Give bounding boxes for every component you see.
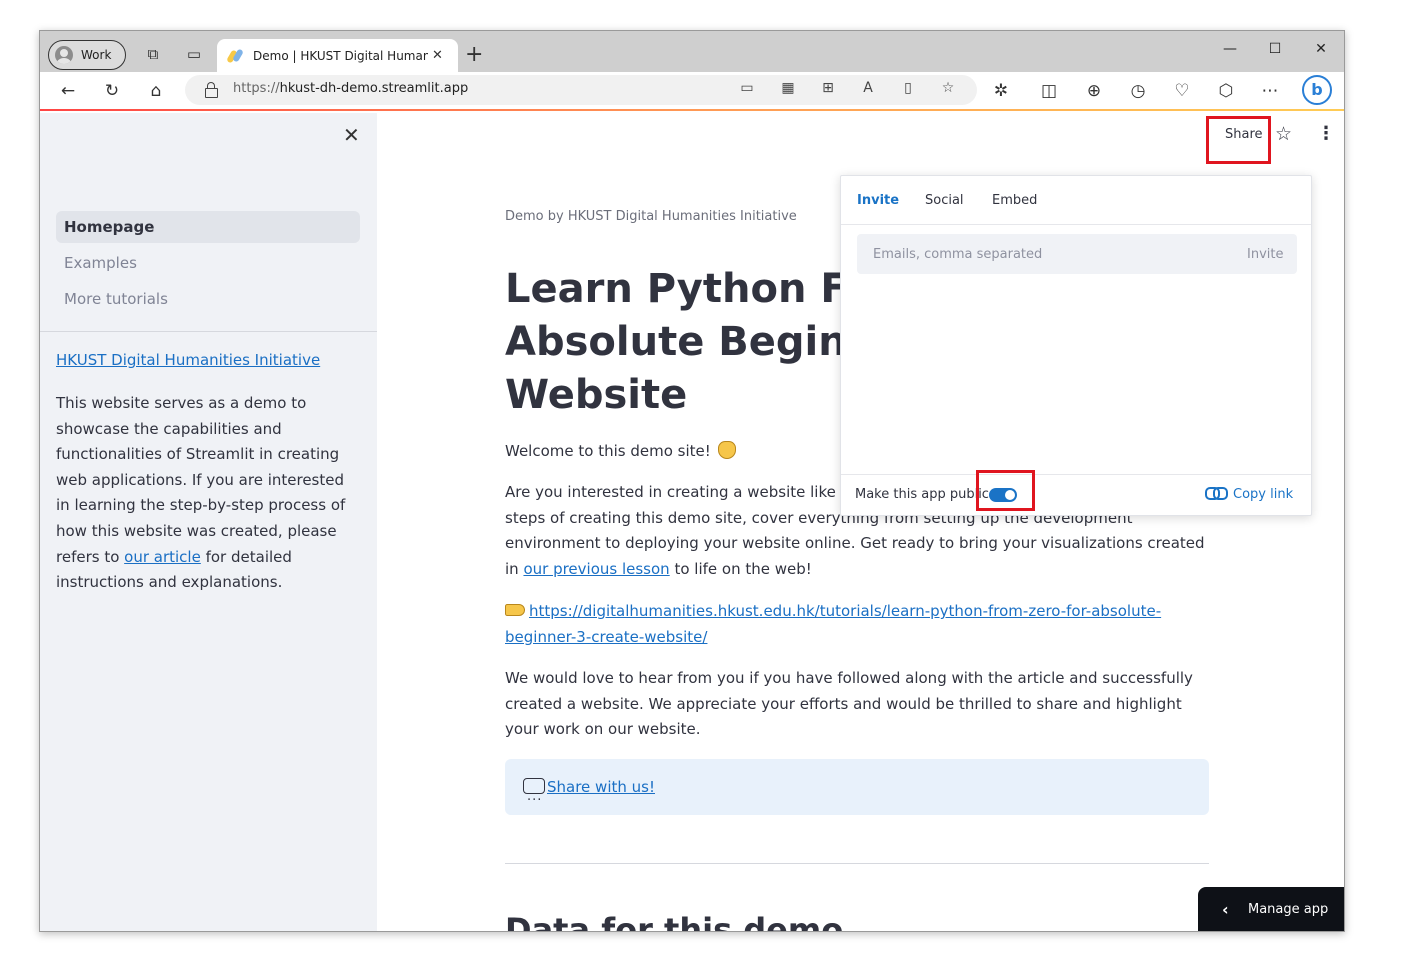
section-title: Data for this demo — [505, 911, 844, 932]
share-popover: Invite Social Embed Invite Make this app… — [840, 175, 1312, 516]
main-area: Demo by HKUST Digital Humanities Initiat… — [377, 113, 1344, 932]
tab-title: Demo | HKUST Digital Humanities — [253, 48, 428, 63]
lock-icon[interactable] — [205, 82, 218, 98]
sidebar-divider — [40, 331, 377, 332]
sidebar-item-more-tutorials[interactable]: More tutorials — [56, 283, 360, 315]
back-icon[interactable]: ← — [57, 80, 79, 102]
tabs-divider — [841, 224, 1311, 225]
share-with-us-link[interactable]: Share with us! — [547, 778, 655, 796]
extensions-icon[interactable]: ⊞ — [818, 80, 838, 96]
manage-app-button[interactable]: ‹ Manage app — [1198, 887, 1344, 931]
profile-button[interactable]: Work — [48, 40, 126, 70]
close-sidebar-icon[interactable]: ✕ — [343, 123, 360, 147]
url-text[interactable]: https://hkust-dh-demo.streamlit.app — [233, 81, 468, 96]
address-bar[interactable]: https://hkust-dh-demo.streamlit.app ▭ ▦ … — [185, 75, 977, 105]
bing-icon[interactable]: b — [1302, 75, 1332, 105]
sidebar-item-homepage[interactable]: Homepage — [56, 211, 360, 243]
browser-tab[interactable]: Demo | HKUST Digital Humanities ✕ — [217, 39, 458, 72]
address-toolbar: ← ↻ ⌂ https://hkust-dh-demo.streamlit.ap… — [40, 72, 1344, 111]
page-content: ✕ Homepage Examples More tutorials HKUST… — [40, 113, 1344, 932]
copy-link-button[interactable]: Copy link — [1233, 487, 1293, 502]
title-bar: Work ⧉ ▭ Demo | HKUST Digital Humanities… — [40, 31, 1344, 72]
speech-balloon-icon — [523, 773, 545, 829]
copilot-shield-icon[interactable]: ⬡ — [1215, 80, 1237, 102]
share-info-box: Share with us! — [505, 759, 1209, 829]
pointing-hand-icon — [505, 604, 525, 616]
our-article-link[interactable]: our article — [124, 548, 201, 566]
split-screen-icon[interactable]: ◫ — [1038, 80, 1060, 102]
waving-hand-icon — [717, 441, 736, 459]
refresh-icon[interactable]: ↻ — [101, 80, 123, 102]
read-aloud-icon[interactable]: A — [858, 80, 878, 96]
more-options-icon[interactable]: ⋯ — [1259, 80, 1281, 102]
tab-social[interactable]: Social — [925, 193, 964, 208]
profile-label: Work — [81, 48, 112, 62]
section-divider — [505, 863, 1209, 864]
extensions-puzzle-icon[interactable]: ✲ — [990, 80, 1012, 102]
sidebar-description: This website serves as a demo to showcas… — [56, 394, 346, 592]
history-icon[interactable]: ◷ — [1127, 80, 1149, 102]
workspaces-icon[interactable]: ⧉ — [144, 45, 162, 63]
minimize-icon[interactable]: — — [1220, 41, 1240, 57]
page-caption: Demo by HKUST Digital Humanities Initiat… — [505, 209, 797, 224]
immersive-reader-icon[interactable]: ▯ — [898, 80, 918, 96]
invite-email-input[interactable] — [857, 234, 1297, 274]
favorite-star-icon[interactable]: ☆ — [938, 80, 958, 96]
share-highlight-box — [1206, 116, 1271, 164]
invite-button[interactable]: Invite — [1247, 247, 1283, 262]
close-window-icon[interactable]: ✕ — [1311, 41, 1331, 57]
favorite-app-icon[interactable]: ☆ — [1275, 123, 1292, 145]
toggle-highlight-box — [976, 470, 1035, 511]
new-tab-icon[interactable]: + — [465, 42, 483, 67]
article-link-paragraph: https://digitalhumanities.hkust.edu.hk/t… — [505, 599, 1209, 650]
app-available-icon[interactable]: ▦ — [778, 80, 798, 96]
main-menu-icon[interactable]: ⋮ — [1317, 123, 1335, 144]
home-icon[interactable]: ⌂ — [145, 80, 167, 102]
device-icon[interactable]: ▭ — [737, 80, 757, 96]
streamlit-favicon-icon — [227, 48, 243, 64]
sidebar-item-examples[interactable]: Examples — [56, 247, 360, 279]
previous-lesson-link[interactable]: our previous lesson — [523, 560, 669, 578]
tab-embed[interactable]: Embed — [992, 193, 1037, 208]
collections-icon[interactable]: ⊕ — [1083, 80, 1105, 102]
public-toggle-label: Make this app public — [855, 487, 989, 502]
dh-initiative-link[interactable]: HKUST Digital Humanities Initiative — [56, 351, 320, 369]
browser-window: Work ⧉ ▭ Demo | HKUST Digital Humanities… — [39, 30, 1345, 932]
feedback-paragraph: We would love to hear from you if you ha… — [505, 669, 1193, 739]
avatar-icon — [55, 46, 73, 64]
maximize-icon[interactable]: ☐ — [1265, 41, 1285, 57]
close-tab-icon[interactable]: ✕ — [432, 48, 443, 63]
link-icon[interactable] — [1205, 486, 1228, 500]
performance-icon[interactable]: ♡ — [1171, 80, 1193, 102]
popover-footer-divider — [841, 474, 1311, 475]
article-url-link[interactable]: https://digitalhumanities.hkust.edu.hk/t… — [505, 602, 1161, 646]
tab-actions-icon[interactable]: ▭ — [185, 45, 203, 63]
chevron-left-icon: ‹ — [1222, 900, 1229, 919]
tab-invite[interactable]: Invite — [857, 193, 899, 208]
sidebar: ✕ Homepage Examples More tutorials HKUST… — [40, 113, 377, 931]
